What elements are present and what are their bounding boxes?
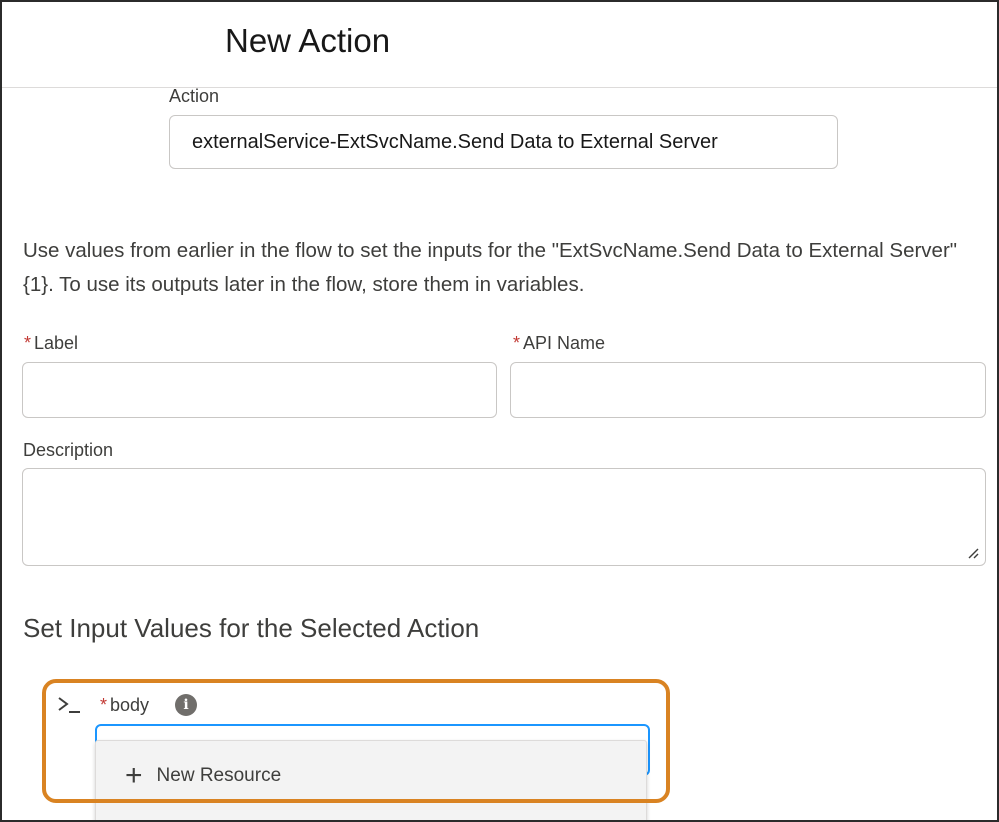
- section-title: Set Input Values for the Selected Action: [23, 613, 480, 643]
- action-label: Action: [169, 86, 220, 106]
- action-value: externalService-ExtSvcName.Send Data to …: [192, 130, 718, 153]
- modal-title: New Action: [225, 22, 391, 59]
- api-name-input[interactable]: [510, 362, 986, 418]
- modal-frame: New Action Action externalService-ExtSvc…: [0, 0, 999, 822]
- label-field-label-text: Label: [34, 333, 79, 353]
- label-input[interactable]: [22, 362, 497, 418]
- label-field-label: * Label: [24, 333, 78, 354]
- api-name-field-label-text: API Name: [523, 333, 606, 353]
- modal-header: New Action: [2, 2, 997, 88]
- api-name-field-label: * API Name: [513, 333, 605, 354]
- description-textarea[interactable]: [22, 468, 986, 566]
- action-field[interactable]: externalService-ExtSvcName.Send Data to …: [169, 115, 838, 169]
- description-field-label: Description: [23, 440, 114, 460]
- callout-highlight: [42, 679, 670, 803]
- resize-handle-icon[interactable]: [967, 547, 979, 559]
- required-marker: *: [513, 333, 521, 353]
- required-marker: *: [24, 333, 32, 353]
- help-text: Use values from earlier in the flow to s…: [23, 239, 958, 296]
